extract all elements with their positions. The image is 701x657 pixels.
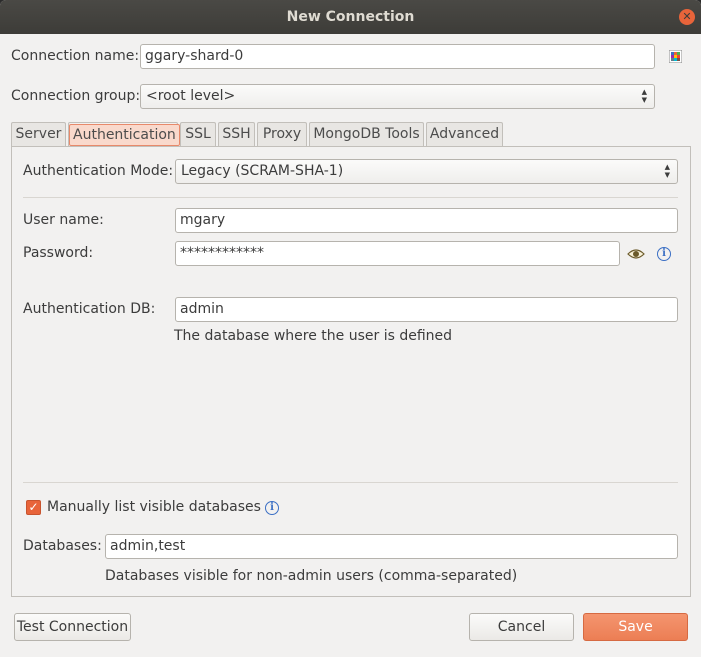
auth-mode-label: Authentication Mode: [23, 163, 174, 179]
tab-advanced[interactable]: Advanced [426, 122, 503, 146]
auth-db-label: Authentication DB: [23, 301, 156, 317]
databases-input[interactable]: admin,test [105, 534, 678, 559]
connection-group-select[interactable]: <root level> ▲ ▼ [140, 84, 655, 109]
manual-list-label[interactable]: Manually list visible databases [47, 499, 261, 515]
auth-mode-select[interactable]: Legacy (SCRAM-SHA-1) ▲ ▼ [175, 159, 678, 184]
save-button[interactable]: Save [583, 613, 688, 641]
username-input[interactable]: mgary [175, 208, 678, 233]
tab-ssl[interactable]: SSL [180, 122, 216, 146]
cancel-button[interactable]: Cancel [469, 613, 574, 641]
connection-name-label: Connection name: [11, 48, 140, 64]
password-label: Password: [23, 245, 94, 261]
tab-ssh[interactable]: SSH [218, 122, 255, 146]
spin-arrows-icon: ▲ ▼ [641, 88, 647, 104]
auth-db-hint: The database where the user is defined [174, 328, 453, 344]
tab-mongodb-tools[interactable]: MongoDB Tools [309, 122, 424, 146]
tab-authentication[interactable]: Authentication [68, 122, 180, 146]
new-connection-dialog: New Connection ✕ Connection name: ggary-… [0, 0, 701, 657]
info-icon[interactable]: i [265, 501, 279, 515]
auth-db-input[interactable]: admin [175, 297, 678, 322]
info-icon[interactable]: i [657, 247, 671, 261]
connection-group-value: <root level> [146, 88, 236, 104]
divider [23, 197, 678, 198]
databases-label: Databases: [23, 538, 102, 554]
close-icon[interactable]: ✕ [679, 9, 695, 25]
color-grid-icon[interactable] [668, 49, 683, 64]
window-title: New Connection [286, 9, 415, 25]
manual-list-checkbox[interactable]: ✓ [26, 500, 41, 515]
connection-name-input[interactable]: ggary-shard-0 [140, 44, 655, 69]
test-connection-button[interactable]: Test Connection [14, 613, 131, 641]
connection-group-label: Connection group: [11, 88, 141, 104]
spin-arrows-icon: ▲ ▼ [664, 163, 670, 179]
databases-hint: Databases visible for non-admin users (c… [105, 568, 518, 584]
tab-proxy[interactable]: Proxy [257, 122, 307, 146]
eye-icon[interactable] [627, 247, 645, 261]
password-input[interactable]: ************ [175, 241, 620, 266]
divider [23, 482, 678, 483]
tab-server[interactable]: Server [11, 122, 66, 146]
title-bar: New Connection ✕ [0, 0, 701, 34]
auth-mode-value: Legacy (SCRAM-SHA-1) [181, 163, 344, 179]
username-label: User name: [23, 212, 104, 228]
